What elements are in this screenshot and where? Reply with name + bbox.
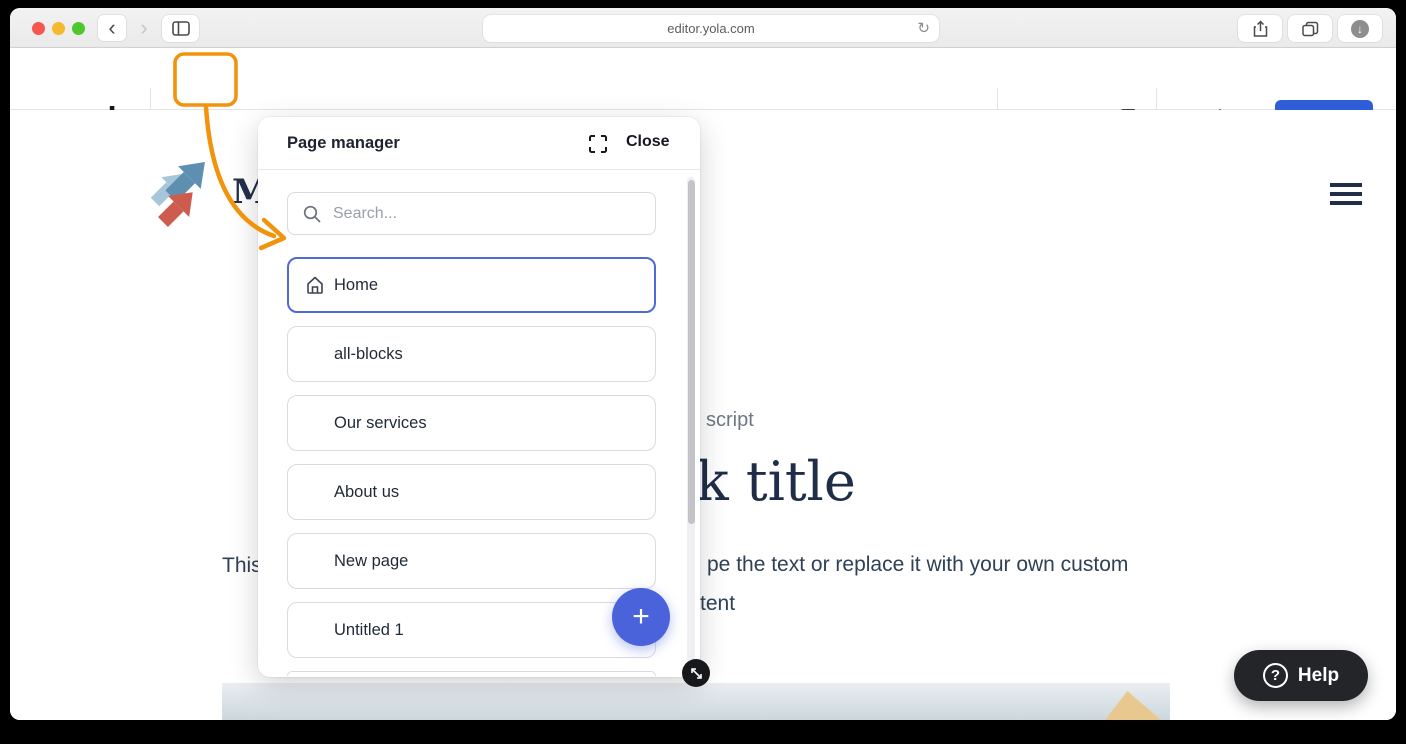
paragraph-fragment[interactable]: tent [700, 592, 735, 616]
page-item[interactable]: New page [287, 533, 656, 589]
share-button[interactable] [1238, 15, 1282, 42]
paragraph-fragment[interactable]: This [222, 554, 262, 578]
share-icon [1253, 20, 1268, 38]
sidebar-icon [172, 21, 190, 36]
site-canvas: M script k title This pe the text or rep… [10, 110, 1396, 720]
tab-overview-button[interactable] [1288, 15, 1332, 42]
search-input[interactable] [333, 205, 613, 223]
editor-toolbar: yola Pages Navigation Design Store Help … [10, 48, 1396, 110]
browser-back-button[interactable]: ‹ [98, 15, 126, 41]
expand-icon[interactable] [588, 134, 608, 154]
add-page-button[interactable]: + [612, 588, 670, 646]
site-nav-menu-icon[interactable] [1330, 183, 1362, 210]
page-item-home[interactable]: Home [287, 257, 656, 313]
diagonal-resize-icon [689, 666, 704, 681]
panel-scrollbar-thumb[interactable] [688, 180, 695, 524]
site-image-strip[interactable] [222, 683, 1170, 720]
block-subscript-fragment[interactable]: script [706, 409, 754, 432]
page-item[interactable]: About us [287, 464, 656, 520]
help-button[interactable]: ? Help [1234, 650, 1368, 701]
close-window-button[interactable] [32, 22, 45, 35]
home-icon [305, 275, 325, 295]
plus-icon: + [632, 600, 650, 634]
reload-icon[interactable]: ↻ [917, 19, 930, 37]
search-box[interactable] [287, 192, 656, 235]
image-detail [1105, 691, 1161, 720]
download-icon: ↓ [1351, 20, 1369, 38]
zoom-window-button[interactable] [72, 22, 85, 35]
close-button[interactable]: Close [626, 133, 670, 151]
paragraph-fragment[interactable]: pe the text or replace it with your own … [707, 553, 1128, 577]
question-mark-icon: ? [1263, 663, 1288, 688]
browser-forward-button[interactable]: › [130, 15, 158, 41]
search-icon [303, 205, 321, 223]
page-item[interactable]: all-blocks [287, 326, 656, 382]
resize-handle[interactable] [682, 659, 710, 687]
browser-chrome: ‹ › editor.yola.com ↻ ↓ [10, 8, 1396, 48]
block-title-fragment[interactable]: k title [696, 450, 856, 513]
browser-window: ‹ › editor.yola.com ↻ ↓ yola Pages Navig… [10, 8, 1396, 720]
page-manager-header: Page manager Close [258, 117, 700, 170]
page-item[interactable]: Our services [287, 395, 656, 451]
minimize-window-button[interactable] [52, 22, 65, 35]
sidebar-toggle-button[interactable] [162, 15, 199, 42]
url-text: editor.yola.com [667, 21, 754, 36]
address-bar[interactable]: editor.yola.com ↻ [483, 15, 939, 42]
tabs-icon [1302, 21, 1319, 37]
downloads-button[interactable]: ↓ [1338, 15, 1382, 42]
page-item-partial[interactable] [287, 671, 656, 676]
site-logo-arrows-icon[interactable] [133, 160, 215, 230]
page-item[interactable]: Untitled 1 [287, 602, 656, 658]
page-manager-panel: Page manager Close Home all-blocks Our s… [258, 117, 700, 677]
page-manager-title: Page manager [287, 134, 400, 153]
